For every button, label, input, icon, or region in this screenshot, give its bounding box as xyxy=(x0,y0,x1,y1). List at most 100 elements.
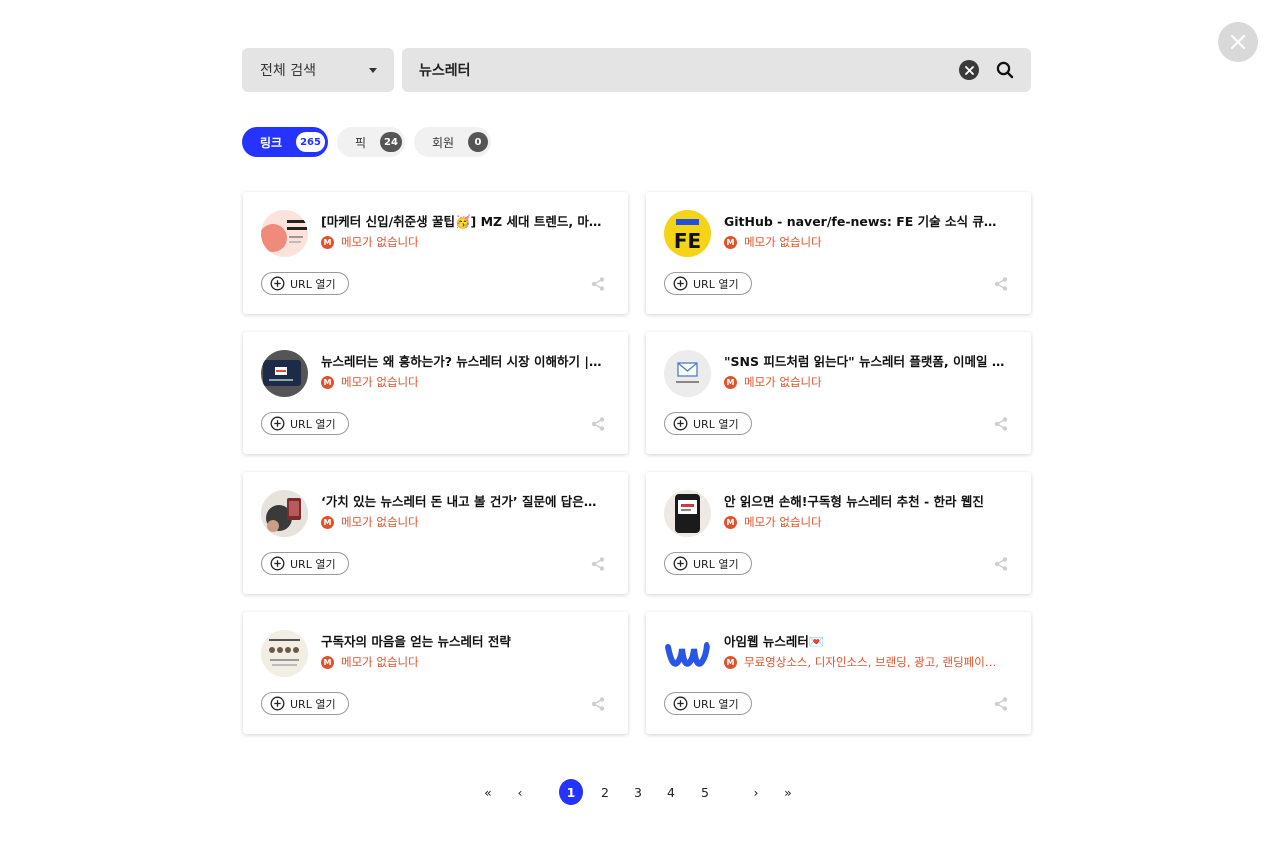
memo-icon: M xyxy=(321,655,334,669)
link-card: FE GitHub - naver/fe-news: FE 기술 소식 큐레이션… xyxy=(646,192,1031,314)
open-url-label: URL 열기 xyxy=(290,697,336,711)
link-card: 아임웹 뉴스레터💌 M 무료영상소스, 디자인소스, 브랜딩, 광고, 랜딩페이… xyxy=(646,612,1031,734)
memo-icon: M xyxy=(321,375,334,389)
share-icon[interactable] xyxy=(993,696,1009,712)
page-number[interactable]: 5 xyxy=(693,779,717,805)
open-url-button[interactable]: URL 열기 xyxy=(261,552,349,575)
tab-count-badge: 24 xyxy=(380,132,402,152)
memo-icon: M xyxy=(724,515,737,529)
link-thumbnail[interactable] xyxy=(261,350,308,397)
open-url-label: URL 열기 xyxy=(693,417,739,431)
page-number[interactable]: 2 xyxy=(593,779,617,805)
memo-text: 메모가 없습니다 xyxy=(341,515,419,529)
memo-icon: M xyxy=(724,655,737,669)
memo-row: M 메모가 없습니다 xyxy=(724,374,1006,390)
tab-label: 회원 xyxy=(431,135,455,150)
memo-text: 메모가 없습니다 xyxy=(341,235,419,249)
page-number[interactable]: 4 xyxy=(659,779,683,805)
link-card: 구독자의 마음을 얻는 뉴스레터 전략 M 메모가 없습니다 URL 열기 xyxy=(243,612,628,734)
link-title[interactable]: ‘가치 있는 뉴스레터 돈 내고 볼 건가’ 질문에 답은? < IT 뉴스 xyxy=(321,491,603,510)
tab-label: 링크 xyxy=(260,135,283,150)
plus-circle-icon xyxy=(270,696,285,711)
page-number[interactable]: 1 xyxy=(559,779,583,805)
memo-row: M 무료영상소스, 디자인소스, 브랜딩, 광고, 랜딩페이지 제작 팁 xyxy=(724,654,1006,670)
plus-circle-icon xyxy=(270,556,285,571)
tab-links[interactable]: 링크 265 xyxy=(242,127,328,157)
link-title[interactable]: GitHub - naver/fe-news: FE 기술 소식 큐레이션 뉴스… xyxy=(724,211,1006,230)
plus-circle-icon xyxy=(270,276,285,291)
plus-circle-icon xyxy=(673,696,688,711)
tab-picks[interactable]: 픽 24 xyxy=(336,127,405,157)
open-url-label: URL 열기 xyxy=(290,277,336,291)
link-title[interactable]: 구독자의 마음을 얻는 뉴스레터 전략 xyxy=(321,631,603,650)
page-number[interactable]: 3 xyxy=(626,779,650,805)
link-thumbnail[interactable] xyxy=(664,630,711,677)
search-field xyxy=(402,48,1031,92)
open-url-button[interactable]: URL 열기 xyxy=(664,272,752,295)
search-button[interactable] xyxy=(995,60,1015,80)
open-url-button[interactable]: URL 열기 xyxy=(664,692,752,715)
tab-count-badge: 0 xyxy=(468,132,489,152)
link-title[interactable]: [마케터 신입/취준생 꿀팁🥳] MZ 세대 트렌드, 마케터를 위한 뉴스레터… xyxy=(321,211,603,230)
search-scope-label: 전체 검색 xyxy=(260,63,316,79)
share-icon[interactable] xyxy=(590,556,606,572)
share-icon[interactable] xyxy=(590,696,606,712)
open-url-button[interactable]: URL 열기 xyxy=(261,272,349,295)
open-url-button[interactable]: URL 열기 xyxy=(664,552,752,575)
open-url-label: URL 열기 xyxy=(693,277,739,291)
memo-text: 메모가 없습니다 xyxy=(744,515,822,529)
search-input[interactable] xyxy=(419,62,959,78)
share-icon[interactable] xyxy=(590,276,606,292)
open-url-button[interactable]: URL 열기 xyxy=(261,412,349,435)
tab-members[interactable]: 회원 0 xyxy=(413,127,492,157)
open-url-label: URL 열기 xyxy=(693,557,739,571)
memo-row: M 메모가 없습니다 xyxy=(321,374,603,390)
link-title[interactable]: 아임웹 뉴스레터💌 xyxy=(724,631,1006,650)
memo-text: 무료영상소스, 디자인소스, 브랜딩, 광고, 랜딩페이지 제작 팁 xyxy=(744,655,1006,669)
memo-row: M 메모가 없습니다 xyxy=(321,234,603,250)
open-url-label: URL 열기 xyxy=(290,417,336,431)
memo-icon: M xyxy=(321,515,334,529)
share-icon[interactable] xyxy=(993,276,1009,292)
link-title[interactable]: 뉴스레터는 왜 흥하는가? 뉴스레터 시장 이해하기 | 요즘IT xyxy=(321,351,603,370)
open-url-label: URL 열기 xyxy=(693,697,739,711)
link-thumbnail[interactable]: FE xyxy=(664,210,711,257)
link-card: "SNS 피드처럼 읽는다" 뉴스레터 플랫폼, 이메일 문법을 바꾸다 M 메… xyxy=(646,332,1031,454)
memo-row: M 메모가 없습니다 xyxy=(321,514,603,530)
search-icon xyxy=(996,61,1014,79)
search-scope-select[interactable]: 전체 검색 xyxy=(242,48,394,92)
link-title[interactable]: 안 읽으면 손해!구독형 뉴스레터 추천 - 한라 웹진 xyxy=(724,491,1006,510)
next-page-button[interactable]: › xyxy=(749,779,763,805)
memo-icon: M xyxy=(724,235,737,249)
open-url-label: URL 열기 xyxy=(290,557,336,571)
link-thumbnail[interactable] xyxy=(664,350,711,397)
memo-row: M 메모가 없습니다 xyxy=(724,514,1006,530)
caret-down-icon xyxy=(369,67,377,73)
first-page-button[interactable]: « xyxy=(480,779,496,805)
memo-text: 메모가 없습니다 xyxy=(341,655,419,669)
clear-search-button[interactable] xyxy=(959,60,979,80)
link-card: 뉴스레터는 왜 흥하는가? 뉴스레터 시장 이해하기 | 요즘IT M 메모가 … xyxy=(243,332,628,454)
share-icon[interactable] xyxy=(993,416,1009,432)
close-button[interactable] xyxy=(1218,22,1258,62)
plus-circle-icon xyxy=(270,416,285,431)
memo-text: 메모가 없습니다 xyxy=(744,235,822,249)
open-url-button[interactable]: URL 열기 xyxy=(664,412,752,435)
memo-row: M 메모가 없습니다 xyxy=(321,654,603,670)
share-icon[interactable] xyxy=(590,416,606,432)
memo-text: 메모가 없습니다 xyxy=(744,375,822,389)
tab-count-badge: 265 xyxy=(296,132,325,152)
prev-page-button[interactable]: ‹ xyxy=(513,779,527,805)
share-icon[interactable] xyxy=(993,556,1009,572)
link-card-grid: [마케터 신입/취준생 꿀팁🥳] MZ 세대 트렌드, 마케터를 위한 뉴스레터… xyxy=(243,192,1031,734)
svg-text:FE: FE xyxy=(674,229,701,253)
link-thumbnail[interactable] xyxy=(261,210,308,257)
link-thumbnail[interactable] xyxy=(664,490,711,537)
link-thumbnail[interactable] xyxy=(261,630,308,677)
link-title[interactable]: "SNS 피드처럼 읽는다" 뉴스레터 플랫폼, 이메일 문법을 바꾸다 xyxy=(724,351,1006,370)
plus-circle-icon xyxy=(673,556,688,571)
link-thumbnail[interactable] xyxy=(261,490,308,537)
memo-row: M 메모가 없습니다 xyxy=(724,234,1006,250)
open-url-button[interactable]: URL 열기 xyxy=(261,692,349,715)
last-page-button[interactable]: » xyxy=(780,779,796,805)
